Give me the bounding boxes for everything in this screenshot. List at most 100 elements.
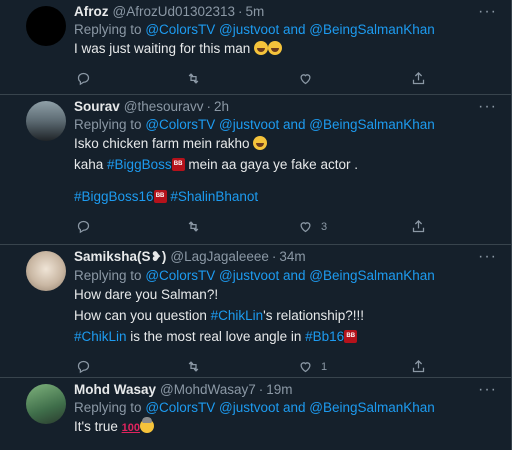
reply-mentions[interactable]: @ColorsTV @justvoot and @BeingSalmanKhan bbox=[145, 400, 435, 415]
like-icon bbox=[300, 362, 311, 373]
tweet-sourav[interactable]: Sourav @thesouravv · 2h ··· Replying to … bbox=[0, 95, 511, 245]
tweet-text-line: It's true bbox=[74, 419, 118, 434]
tweet-text: It's true 100 bbox=[74, 417, 499, 437]
display-name[interactable]: Afroz bbox=[74, 4, 109, 19]
retweet-icon bbox=[188, 73, 199, 84]
user-handle[interactable]: @MohdWasay7 bbox=[160, 382, 256, 397]
retweet-icon bbox=[188, 221, 199, 232]
share-button[interactable] bbox=[411, 359, 426, 374]
more-icon[interactable]: ··· bbox=[478, 382, 497, 398]
reply-button[interactable] bbox=[76, 359, 91, 374]
hashtag-link[interactable]: #BiggBoss16 bbox=[74, 189, 154, 204]
tweet-afroz[interactable]: Afroz @AfrozUd01302313 · 5m ··· Replying… bbox=[0, 0, 511, 95]
replying-prefix: Replying to bbox=[74, 117, 142, 132]
avatar[interactable] bbox=[26, 101, 66, 141]
tweet-mohd-wasay[interactable]: Mohd Wasay @MohdWasay7 · 19m ··· Replyin… bbox=[0, 378, 511, 450]
share-icon bbox=[412, 359, 425, 373]
avatar[interactable] bbox=[26, 384, 66, 424]
tweet-header: Samiksha(S❥) @LagJagaleeee · 34m bbox=[74, 245, 499, 265]
separator-dot: · bbox=[271, 249, 277, 264]
display-name[interactable]: Sourav bbox=[74, 99, 120, 114]
tweet-text-line: mein aa gaya ye fake actor . bbox=[188, 157, 358, 172]
replying-prefix: Replying to bbox=[74, 22, 142, 37]
like-button[interactable]: 1 bbox=[298, 359, 327, 374]
replying-to: Replying to @ColorsTV @justvoot and @Bei… bbox=[74, 22, 499, 37]
reply-mentions[interactable]: @ColorsTV @justvoot and @BeingSalmanKhan bbox=[145, 117, 435, 132]
more-icon[interactable]: ··· bbox=[478, 249, 497, 265]
tweet-text-line: How dare you Salman?! bbox=[74, 287, 219, 302]
tweet-text-line: 's relationship?!!! bbox=[263, 308, 365, 323]
replying-prefix: Replying to bbox=[74, 400, 142, 415]
hashtag-link[interactable]: #Bb16 bbox=[305, 329, 344, 344]
separator-dot: · bbox=[258, 382, 264, 397]
laughing-emoji-icon bbox=[268, 41, 283, 55]
timestamp[interactable]: 2h bbox=[214, 99, 229, 114]
tweet-text-line: I was just waiting for this man bbox=[74, 41, 251, 56]
more-icon[interactable]: ··· bbox=[478, 4, 497, 20]
retweet-button[interactable] bbox=[186, 359, 201, 374]
like-button[interactable] bbox=[298, 71, 313, 86]
tweet-text: I was just waiting for this man bbox=[74, 40, 499, 58]
tweet-actions bbox=[74, 64, 499, 94]
timestamp[interactable]: 19m bbox=[266, 382, 292, 397]
reply-button[interactable] bbox=[76, 219, 91, 234]
share-icon bbox=[412, 71, 425, 85]
bigg-boss-badge-icon: BB bbox=[153, 190, 167, 203]
like-icon bbox=[300, 74, 311, 85]
reply-icon bbox=[77, 360, 90, 374]
reply-button[interactable] bbox=[76, 71, 91, 86]
reply-icon bbox=[77, 72, 90, 86]
bigg-boss-badge-icon: BB bbox=[344, 330, 358, 343]
timestamp[interactable]: 5m bbox=[246, 4, 265, 19]
display-name[interactable]: Samiksha(S❥) bbox=[74, 249, 166, 265]
tweet-text-line: How can you question bbox=[74, 308, 207, 323]
tweet-header: Mohd Wasay @MohdWasay7 · 19m bbox=[74, 378, 499, 397]
tweet-header: Sourav @thesouravv · 2h bbox=[74, 95, 499, 114]
replying-to: Replying to @ColorsTV @justvoot and @Bei… bbox=[74, 117, 499, 132]
retweet-button[interactable] bbox=[186, 71, 201, 86]
share-icon bbox=[412, 219, 425, 233]
separator-dot: · bbox=[206, 99, 212, 114]
tweet-samiksha[interactable]: Samiksha(S❥) @LagJagaleeee · 34m ··· Rep… bbox=[0, 245, 511, 378]
replying-to: Replying to @ColorsTV @justvoot and @Bei… bbox=[74, 268, 499, 283]
tweet-text-line: is the most real love angle in bbox=[130, 329, 302, 344]
like-icon bbox=[300, 222, 311, 233]
timestamp[interactable]: 34m bbox=[279, 249, 305, 264]
tweet-header: Afroz @AfrozUd01302313 · 5m bbox=[74, 0, 499, 19]
replying-to: Replying to @ColorsTV @justvoot and @Bei… bbox=[74, 400, 499, 415]
tweet-text: Isko chicken farm mein rakho kaha #BiggB… bbox=[74, 135, 499, 206]
hundred-points-emoji-icon: 100 bbox=[121, 422, 140, 434]
retweet-icon bbox=[188, 361, 199, 372]
reply-mentions[interactable]: @ColorsTV @justvoot and @BeingSalmanKhan bbox=[145, 22, 435, 37]
user-handle[interactable]: @LagJagaleeee bbox=[170, 249, 269, 264]
tweet-text-line: Isko chicken farm mein rakho bbox=[74, 136, 250, 151]
bigg-boss-badge-icon: BB bbox=[171, 158, 185, 171]
timeline: Afroz @AfrozUd01302313 · 5m ··· Replying… bbox=[0, 0, 512, 450]
exploding-head-emoji-icon bbox=[139, 417, 154, 433]
retweet-button[interactable] bbox=[186, 219, 201, 234]
share-button[interactable] bbox=[411, 71, 426, 86]
like-button[interactable]: 3 bbox=[298, 219, 327, 234]
hashtag-link[interactable]: #ChikLin bbox=[74, 329, 127, 344]
hashtag-link[interactable]: #ChikLin bbox=[211, 308, 264, 323]
hashtag-link[interactable]: #BiggBoss bbox=[107, 157, 172, 172]
separator-dot: · bbox=[238, 4, 243, 19]
share-button[interactable] bbox=[411, 219, 426, 234]
tweet-actions: 3 bbox=[74, 212, 499, 242]
tweet-text-line: kaha bbox=[74, 157, 104, 172]
user-handle[interactable]: @thesouravv bbox=[124, 99, 204, 114]
laughing-emoji-icon bbox=[253, 136, 268, 150]
reply-mentions[interactable]: @ColorsTV @justvoot and @BeingSalmanKhan bbox=[145, 268, 435, 283]
like-count: 1 bbox=[321, 360, 328, 373]
laughing-emoji-icon bbox=[254, 41, 269, 55]
tweet-text: How dare you Salman?! How can you questi… bbox=[74, 286, 499, 346]
user-handle[interactable]: @AfrozUd01302313 bbox=[113, 4, 236, 19]
reply-icon bbox=[77, 220, 90, 234]
like-count: 3 bbox=[321, 220, 328, 233]
display-name[interactable]: Mohd Wasay bbox=[74, 382, 156, 397]
replying-prefix: Replying to bbox=[74, 268, 142, 283]
more-icon[interactable]: ··· bbox=[478, 99, 497, 115]
avatar[interactable] bbox=[26, 6, 66, 46]
hashtag-link[interactable]: #ShalinBhanot bbox=[170, 189, 258, 204]
avatar[interactable] bbox=[26, 251, 66, 291]
